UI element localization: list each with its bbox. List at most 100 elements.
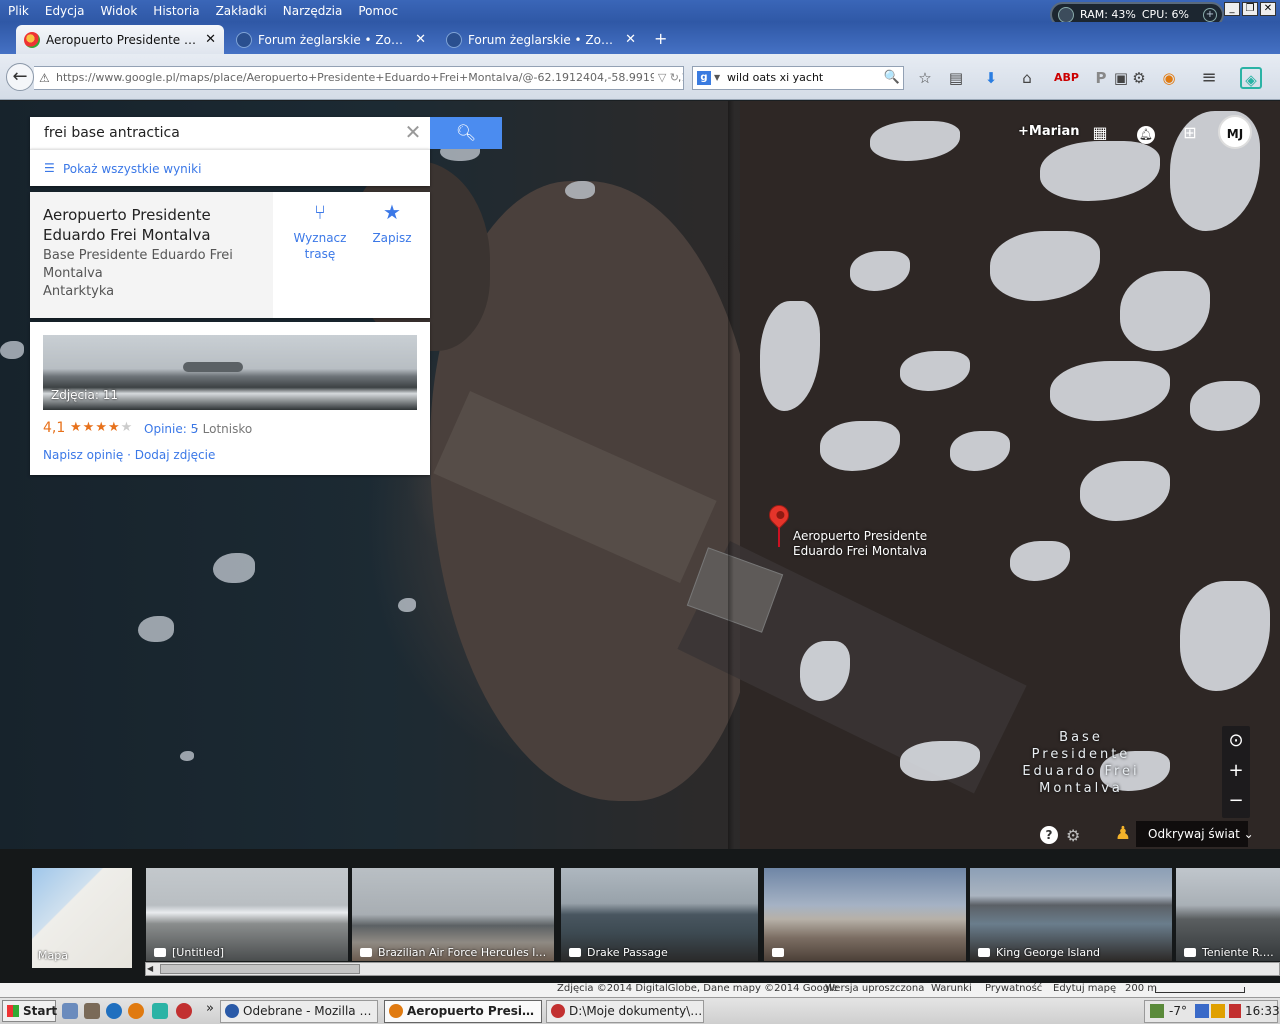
- maps-search-input[interactable]: [30, 117, 400, 149]
- tab-forum-1[interactable]: Forum żeglarskie • Zobacz wą... ✕: [228, 25, 434, 54]
- forum-favicon-icon: [236, 31, 252, 48]
- edit-map-link[interactable]: Edytuj mapę: [1053, 983, 1116, 994]
- base-label[interactable]: Base Presidente Eduardo Frei Montalva: [1016, 729, 1146, 797]
- tab-title: Forum żeglarskie • Zobacz wą...: [258, 32, 407, 47]
- photo-thumbnail[interactable]: [Untitled]: [146, 868, 348, 961]
- tab-close-icon[interactable]: ✕: [625, 32, 636, 47]
- system-tray: -7° 16:33: [1144, 1000, 1280, 1023]
- menu-view[interactable]: Widok: [92, 4, 145, 18]
- photo-thumbnail[interactable]: Teniente R. Ma...: [1176, 868, 1280, 961]
- speaker-icon[interactable]: [84, 1003, 100, 1019]
- antivirus-icon[interactable]: [1229, 1004, 1241, 1018]
- firefox-sync-icon[interactable]: ◉: [1158, 67, 1180, 89]
- firefox-icon[interactable]: [128, 1003, 144, 1019]
- maps-search-button[interactable]: 🔍︎: [430, 117, 502, 149]
- start-button[interactable]: Start: [2, 1000, 57, 1022]
- photo-thumbnail[interactable]: Brazilian Air Force Hercules lan...: [352, 868, 554, 961]
- network-icon[interactable]: [1150, 1004, 1164, 1018]
- new-tab-button[interactable]: +: [654, 29, 667, 48]
- gear-icon[interactable]: ⚙: [1128, 67, 1150, 89]
- spider-icon[interactable]: [176, 1003, 192, 1019]
- ime-icon[interactable]: [1211, 1004, 1225, 1018]
- pin-head: [764, 500, 794, 530]
- desktop-icon[interactable]: [62, 1003, 78, 1019]
- minimize-icon[interactable]: _: [1224, 2, 1240, 16]
- share-icon[interactable]: ⊞: [1178, 121, 1202, 145]
- scale-label[interactable]: 200 m: [1125, 983, 1157, 994]
- zoom-in-button[interactable]: +: [1222, 756, 1250, 786]
- notifications-icon[interactable]: 🔔︎: [1134, 121, 1158, 145]
- scroll-left-icon[interactable]: ◀: [147, 964, 157, 974]
- clear-icon[interactable]: ✕: [402, 122, 424, 144]
- tab-close-icon[interactable]: ✕: [205, 32, 216, 47]
- photo-thumbnail[interactable]: King George Island: [970, 868, 1172, 961]
- write-review-link[interactable]: Napisz opinię: [43, 448, 123, 462]
- user-name-link[interactable]: +Marian: [1018, 124, 1080, 139]
- scrollbar-thumb[interactable]: [160, 964, 360, 974]
- bookmark-star-icon[interactable]: ☆: [914, 67, 936, 89]
- menu-bookmarks[interactable]: Zakładki: [208, 4, 275, 18]
- save-place-button[interactable]: ★ Zapisz: [368, 202, 416, 246]
- place-card: Aeropuerto Presidente Eduardo Frei Monta…: [30, 192, 430, 318]
- pegman-icon[interactable]: ♟: [1114, 823, 1132, 847]
- privacy-link[interactable]: Prywatność: [985, 983, 1042, 994]
- search-bar[interactable]: g ▼ wild oats xi yacht 🔍: [692, 66, 904, 90]
- avatar[interactable]: MJ: [1218, 115, 1252, 149]
- download-icon[interactable]: ⬇: [980, 67, 1002, 89]
- menu-edit[interactable]: Edycja: [37, 4, 93, 18]
- tab-forum-2[interactable]: Forum żeglarskie • Zobacz wą... ✕: [438, 25, 644, 54]
- magnifier-icon[interactable]: 🔍: [884, 67, 900, 89]
- zoom-out-button[interactable]: −: [1222, 786, 1250, 816]
- quicklaunch-more[interactable]: »: [206, 1001, 214, 1016]
- simplified-version-link[interactable]: Wersja uproszczona: [825, 983, 924, 994]
- settings-gear-icon[interactable]: ⚙: [1066, 826, 1080, 845]
- pin-label[interactable]: Aeropuerto Presidente Eduardo Frei Monta…: [793, 529, 933, 559]
- tab-maps[interactable]: Aeropuerto Presidente Eduar... ✕: [16, 25, 224, 54]
- shield-icon[interactable]: ◈: [1240, 67, 1262, 89]
- menu-icon[interactable]: ≡: [1198, 67, 1220, 89]
- filmstrip-scrollbar[interactable]: ◀: [145, 962, 1280, 976]
- taskbar-firefox[interactable]: Aeropuerto President...: [384, 1000, 542, 1023]
- directions-button[interactable]: ⑂ Wyznacz trasę: [290, 202, 350, 262]
- back-button[interactable]: ←: [6, 63, 34, 91]
- home-icon[interactable]: ⌂: [1016, 67, 1038, 89]
- apps-grid-icon[interactable]: ▦: [1088, 121, 1112, 145]
- restore-icon[interactable]: ❐: [1242, 2, 1258, 16]
- menu-file[interactable]: Plik: [0, 4, 37, 18]
- tab-close-icon[interactable]: ✕: [415, 32, 426, 47]
- reviews-link[interactable]: Opinie: 5: [144, 422, 198, 436]
- weather-icon[interactable]: [1195, 1004, 1209, 1018]
- explore-world-button[interactable]: Odkrywaj świat ⌄: [1136, 821, 1254, 847]
- terms-link[interactable]: Warunki: [931, 983, 972, 994]
- add-photo-link[interactable]: Dodaj zdjęcie: [135, 448, 216, 462]
- window-controls: _ ❐ ✕: [1224, 2, 1276, 16]
- photo-thumbnail[interactable]: Drake Passage: [561, 868, 758, 961]
- my-location-icon[interactable]: ⊙: [1222, 726, 1250, 756]
- temperature[interactable]: -7°: [1169, 1001, 1187, 1022]
- place-photo[interactable]: Zdjęcia: 11: [43, 335, 417, 410]
- tab-bar: Aeropuerto Presidente Eduar... ✕ Forum ż…: [0, 22, 1280, 54]
- google-engine-icon[interactable]: g: [697, 71, 711, 85]
- adblock-icon[interactable]: ABP: [1054, 67, 1079, 89]
- shield-icon[interactable]: [152, 1003, 168, 1019]
- browser-icon[interactable]: [106, 1003, 122, 1019]
- clipboard-icon[interactable]: ▤: [945, 67, 967, 89]
- ice-floe: [180, 751, 194, 761]
- map-pin-icon[interactable]: [764, 500, 794, 547]
- plus-icon[interactable]: +: [1203, 7, 1217, 22]
- menu-tools[interactable]: Narzędzia: [275, 4, 351, 18]
- pinterest-icon[interactable]: P: [1090, 67, 1112, 89]
- taskbar-thunderbird[interactable]: Odebrane - Mozilla Thun...: [220, 1000, 378, 1023]
- url-bar[interactable]: ⚠ https://www.google.pl/maps/place/Aerop…: [34, 66, 684, 90]
- photo-thumbnail[interactable]: [764, 868, 966, 961]
- reload-icon[interactable]: ▽ ↻: [653, 67, 679, 89]
- close-icon[interactable]: ✕: [1260, 2, 1276, 16]
- help-icon[interactable]: ?: [1040, 826, 1058, 844]
- show-all-results-link[interactable]: ☰ Pokaż wszystkie wyniki: [30, 149, 430, 186]
- map-view-thumbnail[interactable]: Mapa: [32, 868, 132, 968]
- clock[interactable]: 16:33: [1245, 1001, 1280, 1022]
- menu-history[interactable]: Historia: [145, 4, 207, 18]
- taskbar-explorer[interactable]: D:\Moje dokumenty\Ref...: [546, 1000, 704, 1023]
- chevron-down-icon[interactable]: ▼: [714, 67, 720, 89]
- menu-help[interactable]: Pomoc: [350, 4, 406, 18]
